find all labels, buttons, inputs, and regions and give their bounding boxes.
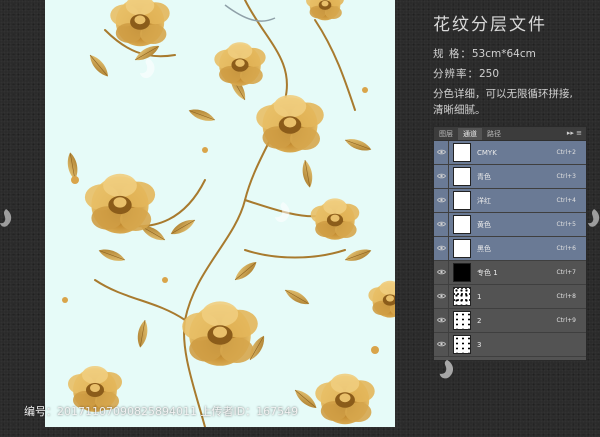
channel-row[interactable]: 洋红 Ctrl+4 <box>434 189 586 213</box>
watermark-footer: 编号：20171107090825894011 上传者ID：167549 <box>0 395 600 425</box>
channel-name: 黄色 <box>477 220 491 229</box>
eye-icon <box>434 245 448 253</box>
visibility-toggle[interactable] <box>434 261 449 284</box>
channel-shortcut: Ctrl+9 <box>556 317 576 324</box>
visibility-toggle[interactable] <box>434 141 449 164</box>
eye-icon <box>434 173 448 181</box>
spec-desc-2: 清晰细腻。 <box>433 104 486 116</box>
channel-thumbnail <box>453 263 471 282</box>
eye-icon <box>434 317 448 325</box>
spec-size-label: 规 格： <box>433 48 472 60</box>
leaf-logo-icon <box>140 58 155 79</box>
channel-name: 1 <box>477 292 482 301</box>
floral-pattern-image <box>62 0 395 427</box>
channel-thumbnail <box>453 143 471 162</box>
channel-list: CMYK Ctrl+2 青色 Ctrl+3 洋红 Ctrl+4 黄色 Ctrl+5 黑色 Ctrl… <box>434 141 586 357</box>
channel-row[interactable]: 1 Ctrl+8 <box>434 285 586 309</box>
channel-row[interactable]: 3 <box>434 333 586 357</box>
channel-shortcut: Ctrl+3 <box>556 173 576 180</box>
spec-dpi: 分辨率：250 <box>433 66 499 81</box>
eye-icon <box>434 197 448 205</box>
channels-panel: 图层 通道 路径 ▸▸ ≡ CMYK Ctrl+2 青色 Ctrl+3 洋红 Ctrl+4… <box>433 126 587 361</box>
channel-name: 3 <box>477 340 482 349</box>
visibility-toggle[interactable] <box>434 189 449 212</box>
tab-paths[interactable]: 路径 <box>482 128 506 140</box>
channel-thumbnail <box>453 167 471 186</box>
channel-row[interactable]: CMYK Ctrl+2 <box>434 141 586 165</box>
eye-icon <box>434 341 448 349</box>
spec-size: 规 格：53cm*64cm <box>433 46 536 61</box>
channel-thumbnail <box>453 215 471 234</box>
spec-dpi-label: 分辨率： <box>433 68 479 80</box>
visibility-toggle[interactable] <box>434 309 449 332</box>
eye-icon <box>434 293 448 301</box>
channel-shortcut: Ctrl+2 <box>556 149 576 156</box>
visibility-toggle[interactable] <box>434 237 449 260</box>
pattern-canvas <box>45 0 395 427</box>
leaf-logo-icon <box>439 359 454 379</box>
channel-shortcut: Ctrl+7 <box>556 269 576 276</box>
page-title: 花纹分层文件 <box>433 15 547 35</box>
channel-shortcut: Ctrl+5 <box>556 221 576 228</box>
visibility-toggle[interactable] <box>434 213 449 236</box>
channel-name: 黑色 <box>477 244 491 253</box>
channel-name: 专色 1 <box>477 268 498 277</box>
watermark-id-text: 编号：20171107090825894011 上传者ID：167549 <box>24 405 299 418</box>
channel-row[interactable]: 黑色 Ctrl+6 <box>434 237 586 261</box>
channel-row[interactable]: 专色 1 Ctrl+7 <box>434 261 586 285</box>
spec-dpi-value: 250 <box>479 68 500 80</box>
panel-tabs: 图层 通道 路径 ▸▸ ≡ <box>434 127 586 141</box>
channel-row[interactable]: 2 Ctrl+9 <box>434 309 586 333</box>
channel-thumbnail <box>453 239 471 258</box>
leaf-logo-icon <box>588 209 600 227</box>
channel-name: CMYK <box>477 148 497 157</box>
eye-icon <box>434 149 448 157</box>
channel-name: 2 <box>477 316 482 325</box>
channel-thumbnail <box>453 335 471 354</box>
visibility-toggle[interactable] <box>434 165 449 188</box>
channel-thumbnail <box>453 191 471 210</box>
spec-desc-1: 分色详细，可以无限循环拼接, <box>433 88 573 100</box>
eye-icon <box>434 221 448 229</box>
eye-icon <box>434 269 448 277</box>
channel-thumbnail <box>453 287 471 306</box>
channel-name: 洋红 <box>477 196 491 205</box>
channel-name: 青色 <box>477 172 491 181</box>
tab-channels[interactable]: 通道 <box>458 128 482 140</box>
channel-shortcut: Ctrl+6 <box>556 245 576 252</box>
visibility-toggle[interactable] <box>434 285 449 308</box>
leaf-logo-icon <box>0 209 12 227</box>
leaf-logo-icon <box>275 202 290 223</box>
channel-shortcut: Ctrl+8 <box>556 293 576 300</box>
visibility-toggle[interactable] <box>434 333 449 356</box>
tab-layers[interactable]: 图层 <box>434 128 458 140</box>
panel-menu-icon[interactable]: ▸▸ ≡ <box>567 129 582 137</box>
channel-row[interactable]: 黄色 Ctrl+5 <box>434 213 586 237</box>
channel-shortcut: Ctrl+4 <box>556 197 576 204</box>
channel-row[interactable]: 青色 Ctrl+3 <box>434 165 586 189</box>
channel-thumbnail <box>453 311 471 330</box>
spec-size-value: 53cm*64cm <box>471 48 536 60</box>
